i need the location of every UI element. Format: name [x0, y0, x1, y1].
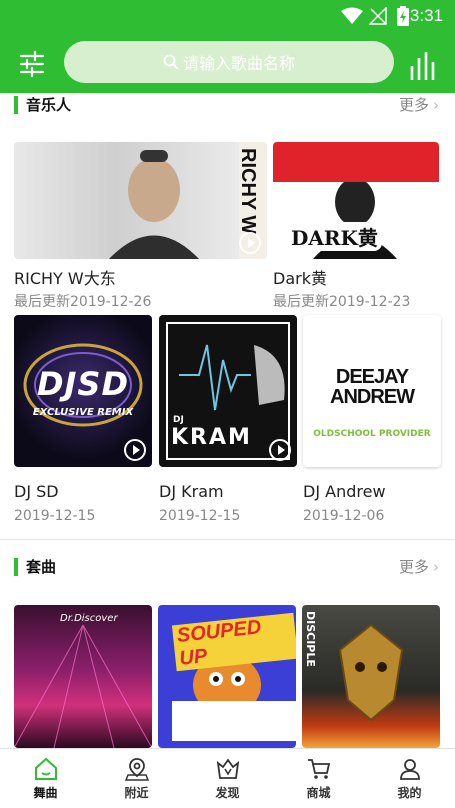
bottom-navigation: 舞曲 附近 发现 商城 我的	[0, 748, 455, 808]
nav-item-discover[interactable]: 发现	[182, 749, 273, 808]
set-cover: SOUPED UP	[158, 605, 296, 748]
discover-icon	[216, 758, 239, 779]
artist-name: Dark黄	[273, 269, 327, 288]
play-icon[interactable]	[411, 232, 433, 254]
play-icon[interactable]	[124, 439, 146, 461]
artist-updated-date: 最后更新2019-12-23	[273, 294, 411, 310]
cover-subtext: OLDSCHOOL PROVIDER	[313, 429, 431, 439]
stage-lights-graphic	[14, 624, 152, 748]
more-label: 更多	[398, 96, 429, 114]
section-title: 套曲	[26, 558, 57, 576]
artist-updated-date: 最后更新2019-12-26	[14, 294, 152, 310]
play-icon[interactable]	[239, 232, 261, 254]
home-icon	[34, 757, 57, 780]
search-icon	[163, 54, 179, 70]
set-cover: DISCIPLE	[302, 605, 440, 748]
cover-subtext: EXCLUSIVE REMIX	[32, 407, 134, 418]
nav-label: 商城	[306, 786, 331, 800]
cover-text: RICHY W	[237, 148, 259, 235]
cover-red-band	[273, 142, 439, 182]
artist-cover: DJ KRAM	[159, 315, 297, 467]
section-accent-bar	[14, 558, 18, 576]
nav-item-mall[interactable]: 商城	[273, 749, 364, 808]
section-accent-bar	[14, 96, 18, 114]
cover-text: Dr.Discover	[60, 613, 118, 624]
sliders-icon	[19, 50, 45, 78]
cover-text: KRAM	[171, 425, 252, 450]
nav-label: 舞曲	[33, 786, 58, 800]
artist-updated-date: 2019-12-15	[14, 508, 96, 524]
cover-text: DEEJAY ANDREW	[330, 366, 415, 408]
set-card-2[interactable]: SOUPED UP	[158, 605, 296, 748]
artist-cover: DJSD EXCLUSIVE REMIX	[14, 315, 152, 467]
cover-text: DJSD	[36, 365, 130, 403]
equalizer-icon	[410, 52, 435, 80]
artist-cover: RICHY W	[14, 142, 267, 259]
artist-name: DJ SD	[14, 482, 59, 501]
set-cover: Dr.Discover	[14, 605, 152, 748]
wifi-icon	[341, 7, 363, 24]
artist-name: DJ Kram	[159, 482, 224, 501]
cover-subtext: DJ	[173, 415, 184, 425]
section-divider	[0, 539, 455, 540]
nav-item-dance[interactable]: 舞曲	[0, 749, 91, 808]
artist-name: RICHY W大东	[14, 269, 116, 288]
artist-updated-date: 2019-12-15	[159, 508, 241, 524]
artist-card-richy[interactable]: RICHY W RICHY W大东 最后更新2019-12-26	[14, 142, 267, 310]
battery-charging-icon	[397, 6, 409, 26]
chevron-right-icon: ›	[433, 96, 439, 114]
nav-item-mine[interactable]: 我的	[364, 749, 455, 808]
artist-card-djandrew[interactable]: DEEJAY ANDREW OLDSCHOOL PROVIDER DJ Andr…	[303, 315, 441, 530]
set-card-3[interactable]: DISCIPLE	[302, 605, 440, 748]
user-icon	[399, 759, 420, 780]
cover-text: DISCIPLE	[304, 611, 317, 667]
chevron-right-icon: ›	[433, 558, 439, 576]
cart-icon	[307, 759, 330, 779]
artist-cover: DEEJAY ANDREW OLDSCHOOL PROVIDER	[303, 315, 441, 467]
cover-text: DARK黄	[287, 222, 382, 251]
location-icon	[124, 758, 149, 781]
status-bar: 3:31	[0, 0, 455, 34]
equalizer-button[interactable]	[409, 50, 437, 80]
more-label: 更多	[398, 558, 429, 576]
more-link-sets[interactable]: 更多 ›	[399, 556, 439, 577]
artist-updated-date: 2019-12-06	[303, 508, 385, 524]
search-input[interactable]: 请输入歌曲名称	[64, 41, 394, 83]
artist-card-djkram[interactable]: DJ KRAM DJ Kram 2019-12-15	[159, 315, 297, 530]
section-title: 音乐人	[26, 96, 72, 114]
set-card-1[interactable]: Dr.Discover	[14, 605, 152, 748]
more-link-artists[interactable]: 更多 ›	[399, 94, 439, 115]
section-header-sets: 套曲 更多 ›	[0, 552, 455, 582]
section-header-artists: 音乐人 更多 ›	[0, 90, 455, 120]
cover-overlay-box	[172, 701, 296, 741]
nav-label: 我的	[397, 786, 422, 800]
play-icon[interactable]	[269, 439, 291, 461]
nav-label: 发现	[215, 786, 240, 800]
nav-item-nearby[interactable]: 附近	[91, 749, 182, 808]
nav-label: 附近	[124, 786, 149, 800]
no-signal-icon	[369, 7, 387, 25]
search-placeholder: 请输入歌曲名称	[182, 54, 295, 73]
artist-cover: DARK黄	[273, 142, 439, 259]
portrait-illustration	[109, 142, 267, 259]
app-header: 3:31 请输入歌曲名称	[0, 0, 455, 93]
filter-button[interactable]	[18, 50, 46, 78]
status-time: 3:31	[409, 6, 443, 25]
artist-card-dark[interactable]: DARK黄 Dark黄 最后更新2019-12-23	[273, 142, 439, 310]
mask-graphic	[338, 623, 404, 722]
artist-card-djsd[interactable]: DJSD EXCLUSIVE REMIX DJ SD 2019-12-15	[14, 315, 152, 530]
artist-name: DJ Andrew	[303, 482, 386, 501]
